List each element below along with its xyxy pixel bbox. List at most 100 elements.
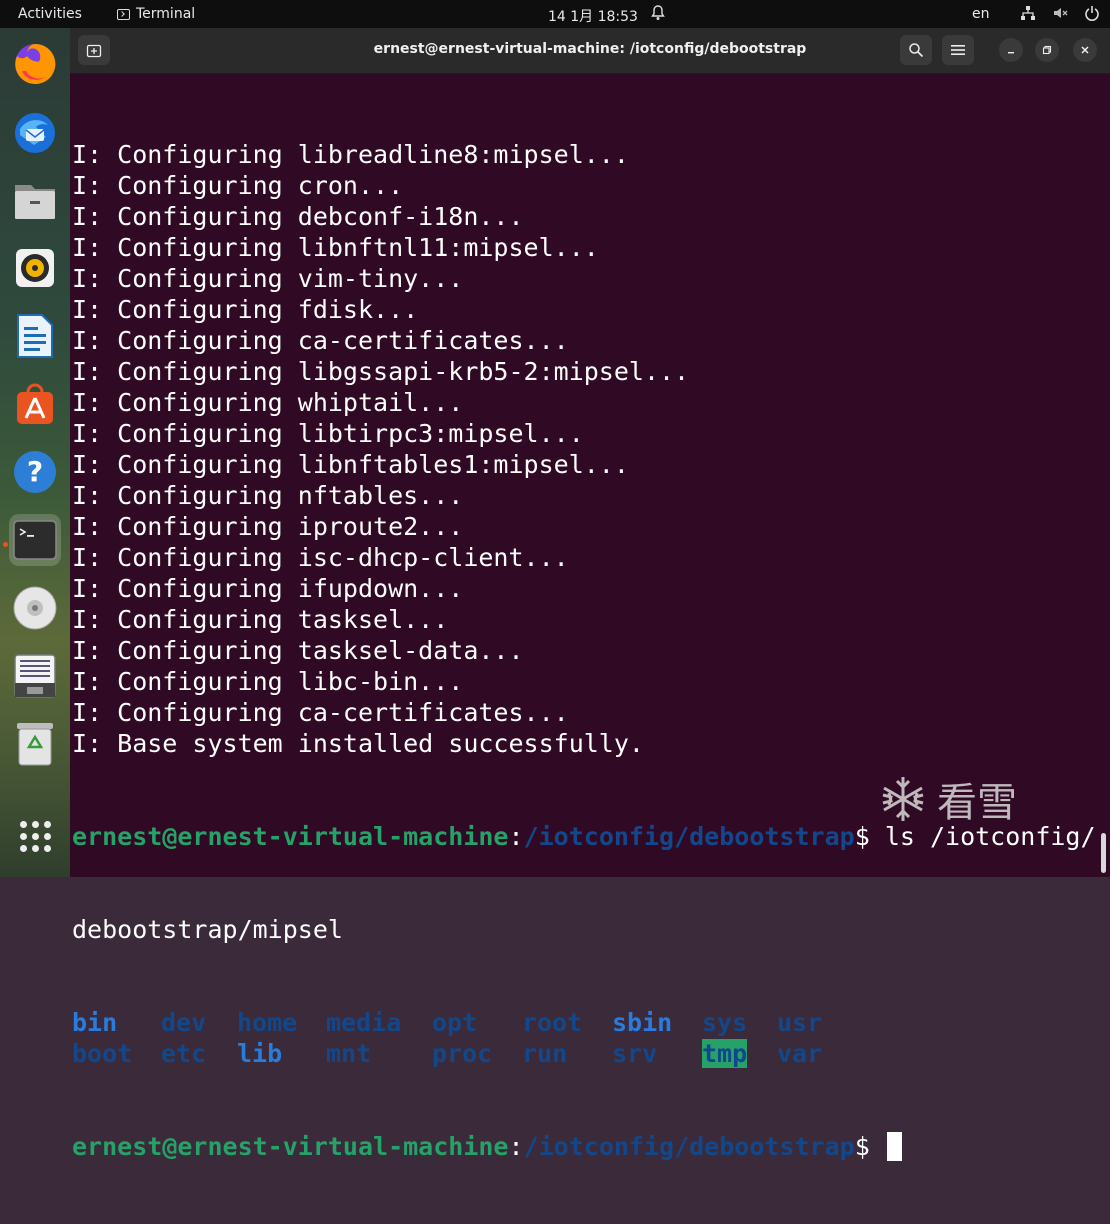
minimize-icon <box>1008 52 1014 54</box>
watermark: 看雪 <box>877 770 1017 828</box>
ls-cell: sys <box>702 1007 777 1038</box>
output-line: I: Configuring iproute2... <box>72 512 464 541</box>
output-line: I: Configuring ca-certificates... <box>72 326 569 355</box>
app-center-icon <box>17 383 53 424</box>
ls-entry: sbin <box>612 1008 673 1037</box>
ls-cell: opt <box>432 1007 522 1038</box>
search-icon <box>909 43 924 58</box>
hamburger-menu-icon <box>951 45 965 55</box>
install-log: I: Configuring libreadline8:mipsel... I: … <box>72 139 1092 759</box>
output-line: I: Base system installed successfully. <box>72 729 644 758</box>
scrollbar-thumb[interactable] <box>1101 833 1106 873</box>
dock-show-apps[interactable] <box>9 810 61 862</box>
terminal-icon <box>13 520 57 560</box>
maximize-button[interactable] <box>1035 38 1059 62</box>
prompt-path: /iotconfig/debootstrap <box>523 822 855 851</box>
header-bar: ernest@ernest-virtual-machine: /iotconfi… <box>70 28 1110 74</box>
ls-entry: bin <box>72 1008 118 1037</box>
dock-firefox[interactable] <box>9 38 61 90</box>
search-button[interactable] <box>900 35 932 65</box>
ls-entry: var <box>777 1039 823 1068</box>
ls-entry: sys <box>702 1008 748 1037</box>
libreoffice-writer-icon <box>17 314 53 358</box>
output-line: I: Configuring isc-dhcp-client... <box>72 543 569 572</box>
ls-entry: home <box>237 1008 298 1037</box>
ls-row: boot etc lib mnt proc run srv tmp var <box>72 1038 1092 1069</box>
ls-entry: srv <box>612 1039 658 1068</box>
activities-button[interactable]: Activities <box>18 6 82 22</box>
terminal-app-icon <box>117 8 130 20</box>
dock-thunderbird[interactable] <box>9 106 61 158</box>
ls-cell: srv <box>612 1038 702 1069</box>
app-menu[interactable]: Terminal <box>117 6 195 22</box>
notification-bell-icon[interactable] <box>651 5 665 25</box>
output-line: I: Configuring libgssapi-krb5-2:mipsel..… <box>72 357 690 386</box>
terminal-window: ernest@ernest-virtual-machine: /iotconfi… <box>70 28 1110 1161</box>
output-line: I: Configuring tasksel... <box>72 605 449 634</box>
output-line: I: Configuring libnftnl11:mipsel... <box>72 233 599 262</box>
input-language[interactable]: en <box>972 6 990 22</box>
ls-cell: usr <box>777 1007 857 1038</box>
menu-button[interactable] <box>942 35 974 65</box>
ls-entry: root <box>522 1008 583 1037</box>
dock-disc[interactable] <box>9 582 61 634</box>
prompt-user: ernest@ernest-virtual-machine <box>72 1132 509 1161</box>
ls-cell: home <box>237 1007 326 1038</box>
ls-output: bin dev home media opt root sbin sys usr boot etc l… <box>72 1007 1092 1069</box>
ls-cell: run <box>522 1038 612 1069</box>
output-line: I: Configuring vim-tiny... <box>72 264 464 293</box>
dock-libreoffice-writer[interactable] <box>9 310 61 362</box>
output-line: I: Configuring nftables... <box>72 481 464 510</box>
dock-files[interactable] <box>9 174 61 226</box>
ls-entry: opt <box>432 1008 478 1037</box>
prompt-user: ernest@ernest-virtual-machine <box>72 822 509 851</box>
network-icon <box>1020 5 1036 25</box>
prompt-dollar: $ <box>854 1132 885 1161</box>
ls-cell: bin <box>72 1007 161 1038</box>
snowflake-icon <box>882 777 924 821</box>
dock-terminal[interactable] <box>9 514 61 566</box>
rhythmbox-icon <box>16 249 54 287</box>
dock-rhythmbox[interactable] <box>9 242 61 294</box>
dock-trash[interactable] <box>9 718 61 770</box>
ls-entry: dev <box>161 1008 207 1037</box>
help-icon: ? <box>14 451 56 493</box>
ls-entry: etc <box>161 1039 207 1068</box>
ls-cell: dev <box>161 1007 237 1038</box>
ls-entry: proc <box>432 1039 493 1068</box>
svg-text:?: ? <box>27 455 43 488</box>
clock[interactable]: 14 1月 18:53 <box>548 6 638 26</box>
watermark-text: 看雪 <box>937 780 1017 826</box>
prompt-colon: : <box>508 822 524 851</box>
disc-icon <box>13 586 57 630</box>
ls-cell: proc <box>432 1038 522 1069</box>
command-wrap-line: debootstrap/mipsel <box>72 915 343 944</box>
minimize-button[interactable] <box>999 38 1023 62</box>
dock-app-center[interactable] <box>9 378 61 430</box>
ls-cell: sbin <box>612 1007 702 1038</box>
output-line: I: Configuring libnftables1:mipsel... <box>72 450 629 479</box>
dock-save-drive[interactable] <box>9 650 61 702</box>
ls-entry: tmp <box>702 1039 748 1068</box>
dock-help[interactable]: ? <box>9 446 61 498</box>
output-line: I: Configuring debconf-i18n... <box>72 202 524 231</box>
output-line: I: Configuring fdisk... <box>72 295 419 324</box>
files-icon <box>15 185 55 219</box>
output-line: I: Configuring libreadline8:mipsel... <box>72 140 629 169</box>
active-prompt-line: ernest@ernest-virtual-machine:/iotconfig… <box>72 1131 1092 1162</box>
ls-entry: run <box>522 1039 568 1068</box>
ls-entry: boot <box>72 1039 133 1068</box>
ls-cell: tmp <box>702 1038 777 1069</box>
thunderbird-icon <box>15 113 55 153</box>
ls-entry: lib <box>237 1039 283 1068</box>
output-line: I: Configuring ca-certificates... <box>72 698 569 727</box>
system-menu[interactable] <box>1020 5 1100 25</box>
terminal-output[interactable]: I: Configuring libreadline8:mipsel... I: … <box>72 77 1096 1224</box>
close-button[interactable] <box>1073 38 1097 62</box>
ls-entry: usr <box>777 1008 823 1037</box>
dock: ? <box>0 28 70 877</box>
show-apps-icon <box>19 820 51 852</box>
close-icon <box>1081 46 1089 54</box>
app-menu-label: Terminal <box>136 6 196 22</box>
ls-cell: lib <box>237 1038 326 1069</box>
